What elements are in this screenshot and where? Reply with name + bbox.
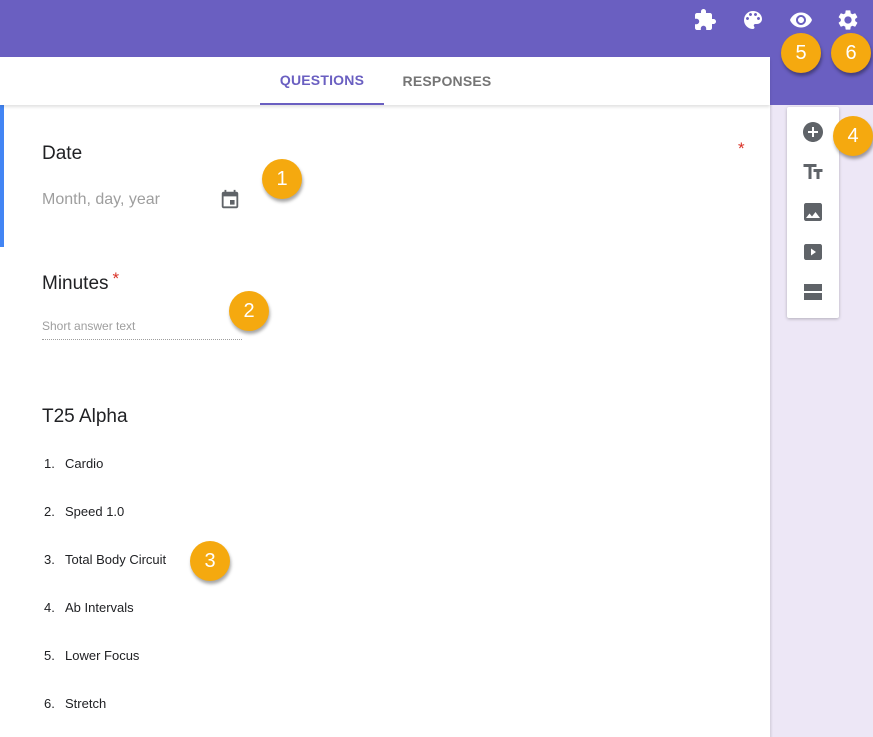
list-item: 2. Speed 1.0 (44, 504, 166, 552)
sidebar-edge (770, 105, 773, 737)
callout-badge-1: 1 (262, 159, 302, 199)
active-question-indicator (0, 105, 4, 247)
list-item: 6. Stretch (44, 696, 166, 737)
list-number: 5. (44, 648, 55, 663)
callout-badge-6: 6 (831, 33, 871, 73)
list-number: 4. (44, 600, 55, 615)
list-number: 2. (44, 504, 55, 519)
tab-questions[interactable]: QUESTIONS (260, 57, 384, 105)
add-question-icon[interactable] (801, 120, 825, 144)
list-item: 1. Cardio (44, 456, 166, 504)
list-label: Cardio (65, 456, 104, 471)
list-item: 3. Total Body Circuit (44, 552, 166, 600)
calendar-icon[interactable] (219, 189, 241, 211)
list-number: 6. (44, 696, 55, 711)
list-label: Ab Intervals (65, 600, 134, 615)
section-title[interactable]: T25 Alpha (42, 406, 128, 428)
callout-badge-4: 4 (833, 116, 873, 156)
required-star: * (738, 139, 745, 158)
list-number: 3. (44, 552, 55, 567)
list-label: Stretch (65, 696, 107, 711)
palette-icon[interactable] (740, 7, 766, 33)
date-question-title[interactable]: Date (42, 143, 82, 165)
workout-list: 1. Cardio 2. Speed 1.0 3. Total Body Circui… (44, 456, 166, 737)
section-icon[interactable] (801, 280, 825, 304)
callout-badge-3: 3 (190, 541, 230, 581)
list-item: 4. Ab Intervals (44, 600, 166, 648)
list-label: Speed 1.0 (65, 504, 125, 519)
eye-icon[interactable] (788, 7, 814, 33)
list-number: 1. (44, 456, 55, 471)
video-icon[interactable] (801, 240, 825, 264)
callout-badge-5: 5 (781, 33, 821, 73)
list-label: Total Body Circuit (65, 552, 167, 567)
addons-icon[interactable] (692, 7, 718, 33)
form-editor: Date * Month, day, year Minutes * Short a… (0, 105, 770, 737)
image-icon[interactable] (801, 200, 825, 224)
minutes-question-title[interactable]: Minutes * (42, 269, 119, 295)
short-answer-field: Short answer text (42, 319, 242, 340)
gear-icon[interactable] (835, 7, 861, 33)
list-item: 5. Lower Focus (44, 648, 166, 696)
list-label: Lower Focus (65, 648, 140, 663)
title-text-icon[interactable] (801, 160, 825, 184)
tab-responses[interactable]: RESPONSES (384, 57, 510, 105)
date-input-placeholder: Month, day, year (42, 191, 160, 208)
minutes-title-text: Minutes (42, 273, 109, 294)
required-star: * (112, 269, 120, 288)
callout-badge-2: 2 (229, 291, 269, 331)
question-toolbar (787, 107, 839, 318)
tab-bar: QUESTIONS RESPONSES (0, 57, 770, 105)
